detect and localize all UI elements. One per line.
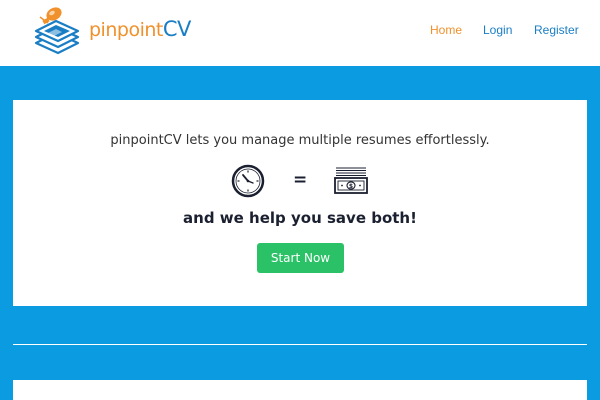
- start-now-button[interactable]: Start Now: [257, 243, 344, 273]
- hero-card: pinpointCV lets you manage multiple resu…: [13, 100, 587, 306]
- brand-name-part2: CV: [162, 17, 192, 41]
- money-icon: $: [334, 167, 368, 194]
- brand-name-part1: pinpoint: [89, 19, 163, 41]
- nav-home-link[interactable]: Home: [430, 23, 462, 37]
- nav-register-link[interactable]: Register: [534, 23, 579, 37]
- svg-text:$: $: [349, 183, 353, 190]
- nav-login-link[interactable]: Login: [483, 23, 512, 37]
- second-card: [13, 380, 587, 400]
- hero-tagline: pinpointCV lets you manage multiple resu…: [110, 133, 490, 148]
- hero-subline: and we help you save both!: [183, 209, 417, 227]
- logo[interactable]: [30, 3, 86, 61]
- header: pinpointCV Home Login Register: [0, 0, 600, 66]
- clock-icon: [231, 164, 265, 198]
- section-divider: [13, 344, 587, 345]
- brand-name[interactable]: pinpointCV: [89, 19, 191, 40]
- equals-sign: =: [293, 170, 308, 190]
- time-equals-money: = $: [13, 164, 587, 200]
- pinned-documents-logo-icon: [34, 7, 80, 55]
